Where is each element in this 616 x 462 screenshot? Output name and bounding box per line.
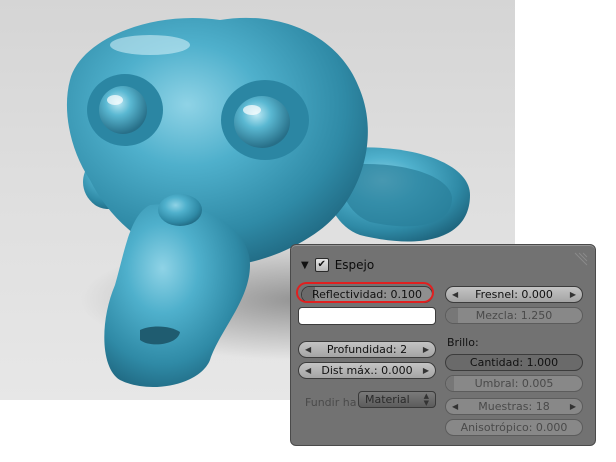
gloss-heading: Brillo: xyxy=(447,336,479,349)
dropdown-arrows-icon: ▲ ▼ xyxy=(423,392,429,407)
threshold-fill xyxy=(446,376,454,391)
depth-label: Profundidad: 2 xyxy=(326,343,408,356)
max-distance-label: Dist máx.: 0.000 xyxy=(321,364,413,377)
mirror-color-swatch[interactable] xyxy=(298,307,436,325)
reflectivity-slider[interactable]: Reflectividad: 0.100 xyxy=(301,286,433,303)
gloss-amount-slider[interactable]: Cantidad: 1.000 xyxy=(445,354,583,371)
mirror-settings-panel: ▼ ✔ Espejo Reflectividad: 0.100 ◀ Profun… xyxy=(290,244,596,446)
fresnel-field[interactable]: ◀ Fresnel: 0.000 ▶ xyxy=(445,286,583,303)
max-distance-field[interactable]: ◀ Dist máx.: 0.000 ▶ xyxy=(298,362,436,379)
increment-arrow-icon[interactable]: ▶ xyxy=(570,287,576,302)
decrement-arrow-icon[interactable]: ◀ xyxy=(305,363,311,378)
fade-to-value: Material xyxy=(365,393,410,406)
blend-fill xyxy=(446,308,458,323)
increment-arrow-icon[interactable]: ▶ xyxy=(570,399,576,414)
resize-grip-icon[interactable] xyxy=(571,251,589,269)
depth-field[interactable]: ◀ Profundidad: 2 ▶ xyxy=(298,341,436,358)
fresnel-label: Fresnel: 0.000 xyxy=(475,288,553,301)
blend-label: Mezcla: 1.250 xyxy=(475,309,553,322)
decrement-arrow-icon[interactable]: ◀ xyxy=(452,287,458,302)
blend-slider[interactable]: Mezcla: 1.250 xyxy=(445,307,583,324)
gloss-amount-label: Cantidad: 1.000 xyxy=(469,356,559,369)
gloss-threshold-slider[interactable]: Umbral: 0.005 xyxy=(445,375,583,392)
mirror-enable-checkbox[interactable]: ✔ xyxy=(314,258,329,272)
panel-title: Espejo xyxy=(334,258,375,272)
fade-to-label: Fundir ha xyxy=(305,396,357,409)
increment-arrow-icon[interactable]: ▶ xyxy=(423,342,429,357)
anisotropic-slider[interactable]: Anisotrópico: 0.000 xyxy=(445,419,583,436)
anisotropic-label: Anisotrópico: 0.000 xyxy=(460,421,568,434)
gloss-samples-label: Muestras: 18 xyxy=(478,400,550,413)
collapse-triangle-icon[interactable]: ▼ xyxy=(301,260,309,271)
fade-to-dropdown[interactable]: Material ▲ ▼ xyxy=(358,391,436,408)
gloss-samples-field[interactable]: ◀ Muestras: 18 ▶ xyxy=(445,398,583,415)
increment-arrow-icon[interactable]: ▶ xyxy=(423,363,429,378)
decrement-arrow-icon[interactable]: ◀ xyxy=(452,399,458,414)
gloss-threshold-label: Umbral: 0.005 xyxy=(474,377,554,390)
decrement-arrow-icon[interactable]: ◀ xyxy=(305,342,311,357)
panel-header[interactable]: ▼ ✔ Espejo xyxy=(301,257,374,273)
reflectivity-label: Reflectividad: 0.100 xyxy=(311,288,422,301)
